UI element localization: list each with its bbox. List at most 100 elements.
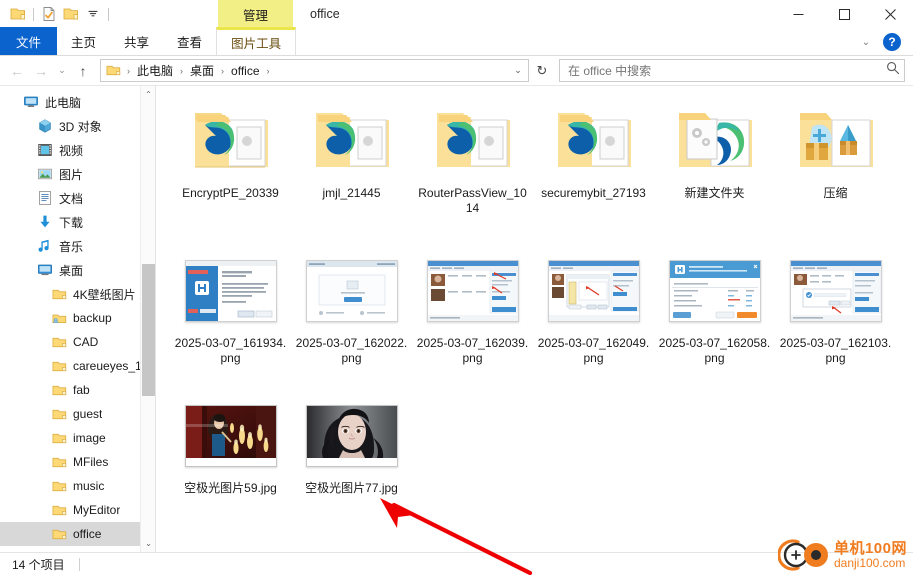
refresh-button[interactable]: ↻ xyxy=(531,59,553,82)
search-icon[interactable] xyxy=(886,61,900,80)
sidebar-item-careueyes[interactable]: careueyes_18 xyxy=(0,354,155,378)
item-label: 新建文件夹 xyxy=(684,186,745,200)
sidebar-item-cad[interactable]: CAD xyxy=(0,330,155,354)
tab-home[interactable]: 主页 xyxy=(57,27,110,55)
folder-icon xyxy=(50,477,68,495)
list-item[interactable]: 2025-03-07_162022.png xyxy=(291,244,412,389)
breadcrumb-separator-1[interactable]: › xyxy=(176,60,187,81)
breadcrumb-item-desktop[interactable]: 桌面 xyxy=(187,60,217,81)
sidebar-item-downloads[interactable]: 下载 xyxy=(0,210,155,234)
tab-picture-tools[interactable]: 图片工具 xyxy=(216,27,297,55)
qat-customize-chevron-down-icon[interactable] xyxy=(82,3,104,25)
list-item[interactable]: 2025-03-07_161934.png xyxy=(170,244,291,389)
scroll-down-arrow-icon[interactable]: ⌄ xyxy=(141,535,155,552)
status-bar: 14 个项目 xyxy=(0,552,913,576)
item-label: jmjl_21445 xyxy=(322,186,381,200)
search-box[interactable]: 在 office 中搜索 xyxy=(559,59,905,82)
item-thumbnail xyxy=(539,248,649,334)
item-label: 2025-03-07_162049.png xyxy=(537,336,650,365)
png-thumbnail-app-window xyxy=(426,260,519,322)
status-separator xyxy=(78,558,80,571)
sidebar-item-desktop[interactable]: 桌面 xyxy=(0,258,155,282)
sidebar-item-music-folder[interactable]: music xyxy=(0,474,155,498)
tab-file[interactable]: 文件 xyxy=(0,27,58,55)
sidebar-item-image[interactable]: image xyxy=(0,426,155,450)
list-item[interactable]: RouterPassView_1014 xyxy=(412,94,533,244)
breadcrumb-item-this-pc[interactable]: 此电脑 xyxy=(134,60,176,81)
videos-icon xyxy=(36,141,54,159)
sidebar-item-fab[interactable]: fab xyxy=(0,378,155,402)
items-grid: EncryptPE_20339 jmjl_21445 RouterPassVie… xyxy=(156,86,913,534)
list-item[interactable]: EncryptPE_20339 xyxy=(170,94,291,244)
item-label: RouterPassView_1014 xyxy=(418,186,527,215)
qat-new-folder-icon[interactable] xyxy=(7,3,29,25)
sidebar-item-label: image xyxy=(73,431,106,445)
list-item[interactable]: 空极光图片59.jpg xyxy=(170,389,291,534)
close-button[interactable] xyxy=(867,0,913,28)
help-icon[interactable]: ? xyxy=(883,33,901,51)
quick-access-toolbar xyxy=(0,3,113,25)
sidebar-item-this-pc[interactable]: 此电脑 xyxy=(0,90,155,114)
item-label: 空极光图片77.jpg xyxy=(305,481,398,495)
file-list-view[interactable]: EncryptPE_20339 jmjl_21445 RouterPassVie… xyxy=(156,86,913,552)
address-bar[interactable]: › 此电脑 › 桌面 › office › ⌄ xyxy=(100,59,529,82)
breadcrumb-separator-0[interactable]: › xyxy=(123,60,134,81)
item-label: 2025-03-07_162039.png xyxy=(416,336,529,365)
recent-locations-chevron-down-icon[interactable]: ⌄ xyxy=(54,60,70,82)
qat-new-folder-icon-2[interactable] xyxy=(60,3,82,25)
folder-icon xyxy=(50,453,68,471)
list-item[interactable]: securemybit_27193 xyxy=(533,94,654,244)
back-button[interactable]: ← xyxy=(6,60,28,82)
sidebar-item-music[interactable]: 音乐 xyxy=(0,234,155,258)
sidebar-item-myeditor[interactable]: MyEditor xyxy=(0,498,155,522)
tab-share[interactable]: 共享 xyxy=(110,27,163,55)
navigation-scrollbar[interactable]: ⌃ ⌄ xyxy=(140,86,155,552)
sidebar-item-label: backup xyxy=(73,311,112,325)
list-item[interactable]: 2025-03-07_162039.png xyxy=(412,244,533,389)
sidebar-item-label: fab xyxy=(73,383,90,397)
jpg-thumbnail-candle-scene xyxy=(184,405,277,467)
file-explorer-window: 管理 office 文件 主页 共享 查看 图片工具 ⌄ ? ← → ⌄ ↑ ›… xyxy=(0,0,913,576)
sidebar-item-guest[interactable]: guest xyxy=(0,402,155,426)
list-item[interactable]: 2025-03-07_162058.png xyxy=(654,244,775,389)
list-item[interactable]: jmjl_21445 xyxy=(291,94,412,244)
address-dropdown-chevron-down-icon[interactable]: ⌄ xyxy=(510,60,526,81)
png-thumbnail-installer xyxy=(184,260,277,322)
scrollbar-thumb[interactable] xyxy=(142,264,155,396)
png-thumbnail-app-dialog xyxy=(547,260,640,322)
list-item[interactable]: 空极光图片77.jpg xyxy=(291,389,412,534)
item-thumbnail xyxy=(418,248,528,334)
list-item[interactable]: 2025-03-07_162049.png xyxy=(533,244,654,389)
breadcrumb-separator-2[interactable]: › xyxy=(217,60,228,81)
folder-edge-swirl-icon xyxy=(436,113,510,167)
item-label: 压缩 xyxy=(823,186,848,200)
sidebar-item-documents[interactable]: 文档 xyxy=(0,186,155,210)
sidebar-item-pictures[interactable]: 图片 xyxy=(0,162,155,186)
list-item[interactable]: 新建文件夹 xyxy=(654,94,775,244)
up-button[interactable]: ↑ xyxy=(72,60,94,82)
sidebar-item-mfiles[interactable]: MFiles xyxy=(0,450,155,474)
maximize-button[interactable] xyxy=(821,0,867,28)
sidebar-item-office[interactable]: office xyxy=(0,522,155,546)
list-item[interactable]: 2025-03-07_162103.png xyxy=(775,244,896,389)
minimize-button[interactable] xyxy=(775,0,821,28)
downloads-icon xyxy=(36,213,54,231)
sidebar-item-label: office xyxy=(73,527,102,541)
tab-view[interactable]: 查看 xyxy=(163,27,216,55)
breadcrumb-item-office[interactable]: office xyxy=(228,60,262,81)
sidebar-item-4k-wallpaper[interactable]: 4K壁纸图片 10 xyxy=(0,282,155,306)
ribbon-collapse-chevron-down-icon[interactable]: ⌄ xyxy=(857,33,875,51)
item-label: 2025-03-07_162103.png xyxy=(779,336,892,365)
qat-properties-icon[interactable] xyxy=(38,3,60,25)
forward-button[interactable]: → xyxy=(30,60,52,82)
sidebar-item-backup[interactable]: backup xyxy=(0,306,155,330)
breadcrumb-separator-3[interactable]: › xyxy=(263,60,274,81)
scroll-up-arrow-icon[interactable]: ⌃ xyxy=(141,86,155,103)
list-item[interactable]: 压缩 xyxy=(775,94,896,244)
breadcrumb-folder-icon[interactable] xyxy=(106,63,121,78)
sidebar-item-videos[interactable]: 视频 xyxy=(0,138,155,162)
search-input[interactable]: 在 office 中搜索 xyxy=(568,62,886,79)
sidebar-item-3d-objects[interactable]: 3D 对象 xyxy=(0,114,155,138)
folder-icon xyxy=(50,405,68,423)
sidebar-item-label: 桌面 xyxy=(59,263,84,278)
